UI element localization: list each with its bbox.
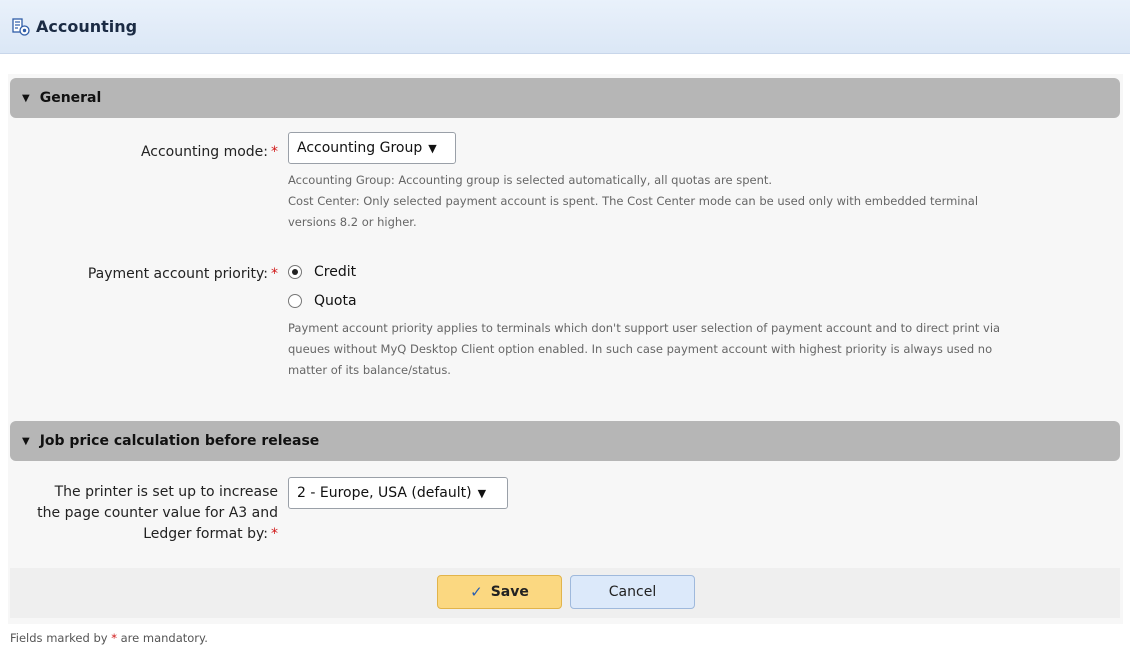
radio-label: Quota xyxy=(314,293,357,309)
label-line: The printer is set up to increase xyxy=(54,484,278,500)
save-label: Save xyxy=(490,584,529,600)
radio-label: Credit xyxy=(314,264,357,280)
cancel-label: Cancel xyxy=(608,584,657,600)
window-titlebar: Accounting xyxy=(0,0,1130,54)
radio-dot xyxy=(292,269,298,275)
required-mark: * xyxy=(111,631,117,645)
radio-credit[interactable]: Credit xyxy=(288,264,356,280)
accounting-icon xyxy=(12,17,30,36)
collapse-caret-icon: ▼ xyxy=(22,92,30,104)
help-line: matter of its balance/status. xyxy=(288,363,451,377)
radio-button[interactable] xyxy=(288,294,302,308)
section-title: Job price calculation before release xyxy=(39,433,320,449)
page-counter-label: The printer is set up to increase the pa… xyxy=(37,482,278,545)
accounting-mode-select[interactable]: Accounting Group ▼ xyxy=(288,132,456,164)
note-prefix: Fields marked by xyxy=(10,631,108,645)
help-line: queues without MyQ Desktop Client option… xyxy=(288,342,993,356)
section-header-job-price[interactable]: ▼ Job price calculation before release xyxy=(10,421,1120,461)
note-suffix: are mandatory. xyxy=(120,631,208,645)
page-counter-select[interactable]: 2 - Europe, USA (default) ▼ xyxy=(288,477,508,509)
payment-priority-label: Payment account priority: * xyxy=(88,264,278,285)
help-line: Accounting Group: Accounting group is se… xyxy=(288,173,773,187)
label-text: Accounting mode: xyxy=(140,144,268,160)
select-value: Accounting Group xyxy=(297,140,423,156)
dropdown-arrow-icon: ▼ xyxy=(477,486,487,500)
mandatory-note: Fields marked by * are mandatory. xyxy=(10,631,208,645)
help-line: Payment account priority applies to term… xyxy=(288,321,1001,335)
select-value: 2 - Europe, USA (default) xyxy=(297,485,472,501)
radio-button-checked[interactable] xyxy=(288,265,302,279)
section-header-general[interactable]: ▼ General xyxy=(10,78,1120,118)
label-text: Payment account priority: xyxy=(87,266,268,282)
accounting-mode-help: Accounting Group: Accounting group is se… xyxy=(288,170,1108,233)
checkmark-icon: ✓ xyxy=(470,583,483,601)
required-mark: * xyxy=(271,144,278,160)
collapse-caret-icon: ▼ xyxy=(22,435,30,447)
button-bar xyxy=(10,568,1120,618)
radio-quota[interactable]: Quota xyxy=(288,293,357,309)
page-title: Accounting xyxy=(36,17,138,36)
required-mark: * xyxy=(271,526,278,542)
help-line: Cost Center: Only selected payment accou… xyxy=(288,194,979,208)
label-line: Ledger format by: xyxy=(143,526,268,542)
required-mark: * xyxy=(271,266,278,282)
save-button[interactable]: ✓ Save xyxy=(437,575,562,609)
section-title: General xyxy=(39,90,102,106)
accounting-mode-label: Accounting mode: * xyxy=(141,142,278,163)
label-line: the page counter value for A3 and xyxy=(37,505,278,521)
payment-priority-help: Payment account priority applies to term… xyxy=(288,318,1108,381)
cancel-button[interactable]: Cancel xyxy=(570,575,695,609)
help-line: versions 8.2 or higher. xyxy=(288,215,417,229)
dropdown-arrow-icon: ▼ xyxy=(428,141,437,155)
